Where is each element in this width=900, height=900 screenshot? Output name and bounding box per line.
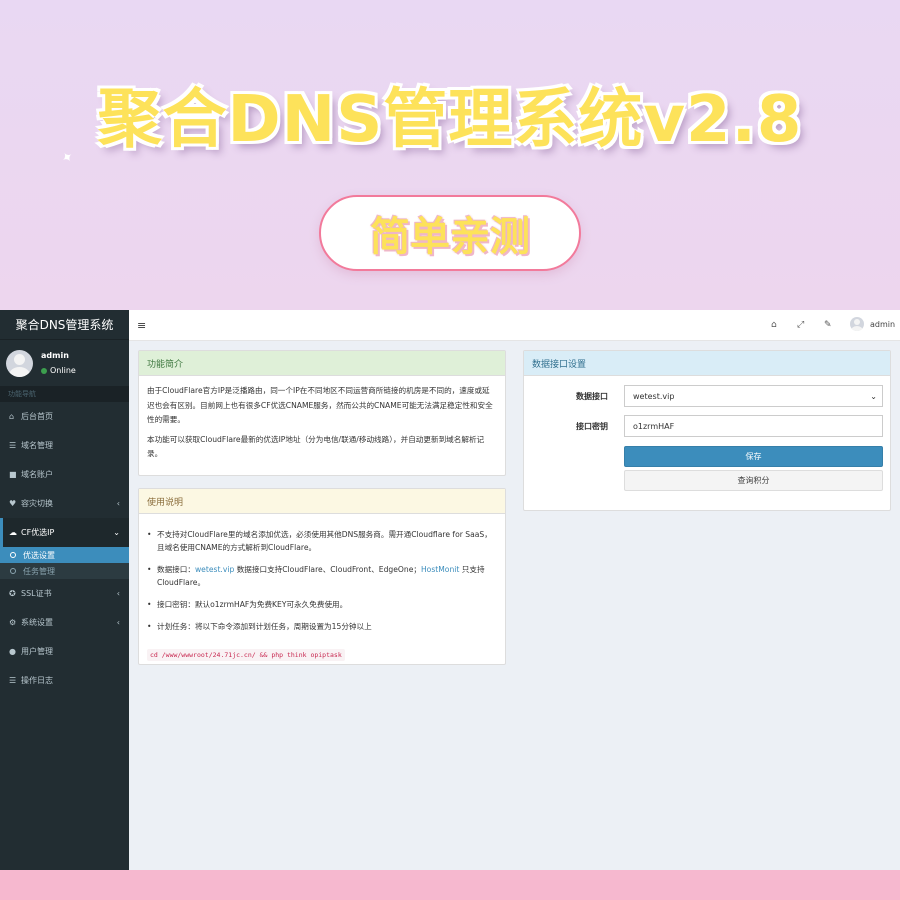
top-navbar: ≡ ⌂ ⤢ ✎ admin xyxy=(129,310,900,341)
intro-paragraph-2: 本功能可以获取CloudFlare最新的优选IP地址（分为电信/联通/移动线路）… xyxy=(147,434,485,459)
user-status: Online xyxy=(41,366,76,375)
banner-pill-text: 简单亲测 xyxy=(370,214,530,260)
list-icon: ☰ xyxy=(9,676,17,685)
topbar-username[interactable]: admin xyxy=(870,320,895,329)
usage-item-1: 不支持对CloudFlare里的域名添加优选，必须使用其他DNS服务商。需开通C… xyxy=(147,528,497,554)
cogs-icon: ⚙ xyxy=(9,618,17,627)
list-icon: ☰ xyxy=(9,441,17,450)
cloud-icon: ☁ xyxy=(9,528,17,537)
sidebar-item-label: 容灾切换 xyxy=(21,499,53,508)
promo-banner: ✦ 聚合DNS管理系统v2.8 简单亲测 xyxy=(0,0,900,310)
sidebar-item-failover[interactable]: ♥ 容灾切换 ‹ xyxy=(0,489,129,518)
sidebar-item-label: 域名管理 xyxy=(21,441,53,450)
sub-item-label: 优选设置 xyxy=(23,550,55,560)
menu-toggle-icon[interactable]: ≡ xyxy=(137,319,146,332)
app-logo[interactable]: 聚合DNS管理系统 xyxy=(0,310,129,340)
api-settings-panel: 数据接口设置 数据接口 wetest.vip ⌄ 接口密钥 o1zrmHAF 保… xyxy=(523,350,891,511)
query-points-button[interactable]: 查询积分 xyxy=(624,470,883,491)
avatar xyxy=(6,349,33,377)
sidebar-item-cf-optimize[interactable]: ☁ CF优选IP ⌄ xyxy=(0,518,129,547)
sidebar-item-label: 用户管理 xyxy=(21,647,53,656)
sidebar: 聚合DNS管理系统 admin Online 功能导航 ⌂ 后台首页 ☰ 域名管… xyxy=(0,310,129,870)
api-key-row: 接口密钥 o1zrmHAF xyxy=(524,415,892,437)
usage-item-2-mid: 数据接口支持CloudFlare、CloudFront、EdgeOne； xyxy=(234,565,421,574)
sidebar-item-label: 系统设置 xyxy=(21,618,53,627)
usage-item-2-prefix: 数据接口： xyxy=(157,565,195,574)
sidebar-item-users[interactable]: ● 用户管理 xyxy=(0,637,129,666)
usage-title: 使用说明 xyxy=(139,489,505,514)
intro-title: 功能简介 xyxy=(139,351,505,376)
usage-item-4: 计划任务：将以下命令添加到计划任务，周期设置为15分钟以上 xyxy=(147,620,497,633)
wrench-icon[interactable]: ✎ xyxy=(824,320,832,330)
api-key-value: o1zrmHAF xyxy=(633,421,675,431)
api-key-label: 接口密钥 xyxy=(576,422,608,431)
circle-icon xyxy=(10,552,16,558)
usage-item-2: 数据接口：wetest.vip 数据接口支持CloudFlare、CloudFr… xyxy=(147,563,497,589)
user-icon: ● xyxy=(9,647,16,656)
user-name: admin xyxy=(41,351,69,360)
sidebar-item-domains[interactable]: ☰ 域名管理 xyxy=(0,431,129,460)
cron-command: cd /www/wwwroot/24.71jc.cn/ && php think… xyxy=(147,649,345,661)
user-status-label: Online xyxy=(50,366,76,375)
usage-panel: 使用说明 不支持对CloudFlare里的域名添加优选，必须使用其他DNS服务商… xyxy=(138,488,506,665)
expand-icon[interactable]: ⤢ xyxy=(797,320,804,330)
chevron-down-icon: ⌄ xyxy=(870,392,877,401)
sidebar-item-label: 操作日志 xyxy=(21,676,53,685)
home-icon[interactable]: ⌂ xyxy=(771,320,777,330)
intro-paragraph-1: 由于CloudFlare官方IP是泛播路由，同一个IP在不同地区不同运营商所链接… xyxy=(147,386,493,424)
api-select[interactable]: wetest.vip ⌄ xyxy=(624,385,883,407)
sidebar-item-label: 域名账户 xyxy=(21,470,53,479)
sub-item-optimize-settings[interactable]: 优选设置 xyxy=(0,547,129,563)
sidebar-item-label: CF优选IP xyxy=(21,528,55,537)
sub-menu: 优选设置 任务管理 xyxy=(0,547,129,579)
user-info: admin Online xyxy=(41,351,76,375)
sidebar-item-settings[interactable]: ⚙ 系统设置 ‹ xyxy=(0,608,129,637)
banner-title: 聚合DNS管理系统v2.8 xyxy=(97,83,803,157)
sidebar-item-logs[interactable]: ☰ 操作日志 xyxy=(0,666,129,695)
sidebar-item-ssl[interactable]: ✪ SSL证书 ‹ xyxy=(0,579,129,608)
intro-panel: 功能简介 由于CloudFlare官方IP是泛播路由，同一个IP在不同地区不同运… xyxy=(138,350,506,476)
banner-pill: 简单亲测 xyxy=(319,195,581,271)
sidebar-item-accounts[interactable]: ■ 域名账户 xyxy=(0,460,129,489)
sub-item-label: 任务管理 xyxy=(23,566,55,576)
certificate-icon: ✪ xyxy=(9,589,16,598)
chevron-left-icon: ‹ xyxy=(116,618,120,627)
admin-app: 聚合DNS管理系统 admin Online 功能导航 ⌂ 后台首页 ☰ 域名管… xyxy=(0,310,900,870)
user-panel: admin Online xyxy=(0,340,129,386)
lock-icon: ■ xyxy=(9,470,17,479)
sub-item-task-manage[interactable]: 任务管理 xyxy=(0,563,129,579)
home-icon: ⌂ xyxy=(9,412,15,421)
heartbeat-icon: ♥ xyxy=(9,499,17,508)
chevron-left-icon: ‹ xyxy=(116,589,120,598)
nav-header: 功能导航 xyxy=(0,386,129,402)
api-settings-title: 数据接口设置 xyxy=(524,351,890,376)
bottom-strip xyxy=(0,870,900,900)
api-key-input[interactable]: o1zrmHAF xyxy=(624,415,883,437)
wetest-link[interactable]: wetest.vip xyxy=(195,565,234,574)
usage-item-3: 接口密钥：默认o1zrmHAF为免费KEY可永久免费使用。 xyxy=(147,598,497,611)
sidebar-item-home[interactable]: ⌂ 后台首页 xyxy=(0,402,129,431)
sidebar-item-label: 后台首页 xyxy=(21,412,53,421)
chevron-left-icon: ‹ xyxy=(116,499,120,508)
chevron-down-icon: ⌄ xyxy=(113,528,120,537)
sidebar-item-label: SSL证书 xyxy=(21,589,52,598)
online-dot-icon xyxy=(41,367,47,374)
api-select-label: 数据接口 xyxy=(576,392,608,401)
avatar[interactable] xyxy=(850,317,864,331)
hostmonit-link[interactable]: HostMonit xyxy=(421,565,459,574)
api-select-row: 数据接口 wetest.vip ⌄ xyxy=(524,385,892,407)
save-button[interactable]: 保存 xyxy=(624,446,883,467)
circle-icon xyxy=(10,568,16,574)
api-select-value: wetest.vip xyxy=(633,391,675,401)
usage-list: 不支持对CloudFlare里的域名添加优选，必须使用其他DNS服务商。需开通C… xyxy=(139,514,505,633)
